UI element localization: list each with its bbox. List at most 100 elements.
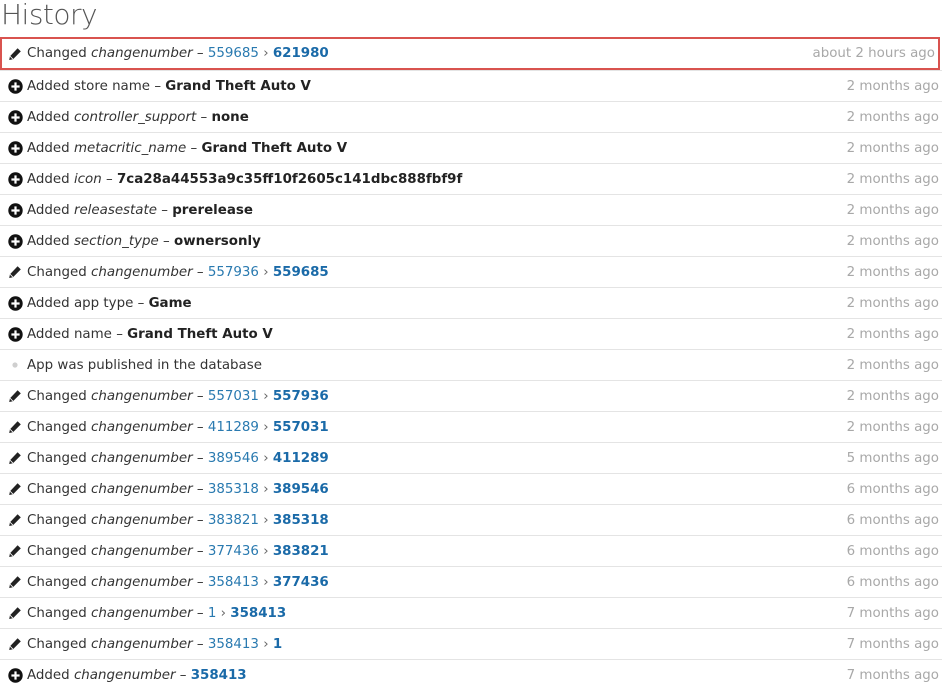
dash-separator: – — [163, 233, 170, 249]
dash-separator: – — [190, 140, 198, 156]
old-value-link[interactable]: 383821 — [208, 513, 259, 528]
history-row: Added section_type – ownersonly 2 months … — [0, 225, 942, 256]
new-value-link[interactable]: 559685 — [273, 265, 329, 280]
added-value: Game — [148, 295, 192, 311]
old-value-link[interactable]: 557936 — [208, 265, 259, 280]
history-row: Added store name – Grand Theft Auto V2 m… — [0, 70, 942, 101]
action-label: Added — [27, 295, 70, 311]
added-value: Grand Theft Auto V — [127, 326, 273, 342]
history-row: Added icon – 7ca28a44553a9c35ff10f2605c1… — [0, 163, 942, 194]
action-label: Changed — [27, 636, 87, 652]
action-label: Added — [27, 326, 70, 342]
action-label: Added — [27, 109, 70, 125]
history-description: Added name – Grand Theft Auto V — [27, 327, 847, 342]
timestamp: about 2 hours ago — [812, 46, 935, 61]
plus-circle-icon — [7, 233, 23, 249]
field-name: changenumber — [91, 574, 193, 590]
history-description: Added app type – Game — [27, 296, 847, 311]
added-value: none — [211, 109, 249, 125]
history-row: Changed changenumber – 1 › 358413 7 month… — [0, 597, 942, 628]
history-row: Added app type – Game 2 months ago — [0, 287, 942, 318]
action-label: Changed — [27, 512, 87, 528]
action-label: Changed — [27, 450, 87, 466]
arrow-separator: › — [263, 419, 269, 435]
new-value-link[interactable]: 358413 — [230, 606, 286, 621]
value-link[interactable]: 358413 — [191, 668, 247, 683]
pencil-icon — [7, 46, 23, 62]
old-value-link[interactable]: 377436 — [208, 544, 259, 559]
pencil-icon — [7, 605, 23, 621]
old-value-link[interactable]: 1 — [208, 606, 217, 621]
dash-separator: – — [196, 388, 204, 404]
history-description: Changed changenumber – 358413 › 377436 — [27, 575, 847, 590]
old-value-link[interactable]: 559685 — [208, 46, 259, 61]
dash-separator: – — [154, 78, 162, 94]
field-name: changenumber — [91, 481, 193, 497]
field-name: changenumber — [91, 450, 193, 466]
dash-separator: – — [116, 326, 123, 342]
history-row: Changed changenumber – 385318 › 389546 6 … — [0, 473, 942, 504]
arrow-separator: › — [263, 574, 269, 590]
timestamp: 2 months ago — [846, 140, 939, 156]
timestamp: 7 months ago — [846, 667, 939, 683]
timestamp: 2 months ago — [846, 202, 939, 218]
dash-separator: – — [196, 46, 204, 61]
history-row: Added releasestate – prerelease 2 months … — [0, 194, 942, 225]
new-value-link[interactable]: 557031 — [273, 420, 329, 435]
dash-separator: – — [137, 295, 145, 311]
action-label: Changed — [27, 388, 87, 404]
pencil-icon — [7, 574, 23, 590]
timestamp: 2 months ago — [846, 357, 939, 373]
dash-separator: – — [161, 202, 168, 218]
plus-circle-icon — [7, 171, 23, 187]
pencil-icon — [7, 388, 23, 404]
pencil-icon — [7, 512, 23, 528]
arrow-separator: › — [263, 46, 269, 61]
arrow-separator: › — [263, 636, 269, 652]
new-value-link[interactable]: 1 — [273, 637, 282, 652]
action-label: Changed — [27, 605, 87, 621]
pencil-icon — [7, 636, 23, 652]
arrow-separator: › — [263, 481, 269, 497]
dash-separator: – — [200, 109, 208, 125]
field-name: changenumber — [91, 388, 193, 404]
event-text: App was published in the database — [27, 357, 262, 373]
new-value-link[interactable]: 621980 — [273, 46, 329, 61]
history-row: Changed changenumber – 557031 › 557936 2 … — [0, 380, 942, 411]
new-value-link[interactable]: 385318 — [273, 513, 329, 528]
new-value-link[interactable]: 389546 — [273, 482, 329, 497]
old-value-link[interactable]: 389546 — [208, 451, 259, 466]
history-description: Changed changenumber – 389546 › 411289 — [27, 451, 847, 466]
arrow-separator: › — [263, 450, 269, 466]
field-name: controller_support — [73, 109, 197, 125]
old-value-link[interactable]: 557031 — [208, 389, 259, 404]
new-value-link[interactable]: 557936 — [273, 389, 329, 404]
history-row: Changed changenumber – 411289 › 557031 2 … — [0, 411, 942, 442]
plus-circle-icon — [7, 109, 23, 125]
history-row: Changed changenumber – 383821 › 385318 6 … — [0, 504, 942, 535]
field-name: section_type — [73, 233, 159, 249]
action-label: Added — [27, 667, 70, 683]
dash-separator: – — [196, 481, 204, 497]
old-value-link[interactable]: 358413 — [208, 575, 259, 590]
history-description: Changed changenumber – 557031 › 557936 — [27, 389, 847, 404]
new-value-link[interactable]: 411289 — [273, 451, 329, 466]
old-value-link[interactable]: 358413 — [208, 637, 259, 652]
timestamp: 6 months ago — [846, 574, 939, 590]
timestamp: 2 months ago — [846, 171, 939, 187]
timestamp: 2 months ago — [846, 388, 939, 404]
field-name: name — [73, 326, 112, 342]
plus-circle-icon — [7, 295, 23, 311]
arrow-separator: › — [220, 605, 226, 621]
field-name: changenumber — [91, 419, 193, 435]
plus-circle-icon — [7, 202, 23, 218]
timestamp: 6 months ago — [846, 543, 939, 559]
old-value-link[interactable]: 411289 — [208, 420, 259, 435]
field-name: icon — [73, 171, 102, 187]
new-value-link[interactable]: 377436 — [273, 575, 329, 590]
old-value-link[interactable]: 385318 — [208, 482, 259, 497]
new-value-link[interactable]: 383821 — [273, 544, 329, 559]
history-row: Added changenumber – 358413 7 months ago — [0, 659, 942, 690]
plus-circle-icon — [7, 667, 23, 683]
timestamp: 2 months ago — [846, 78, 939, 94]
